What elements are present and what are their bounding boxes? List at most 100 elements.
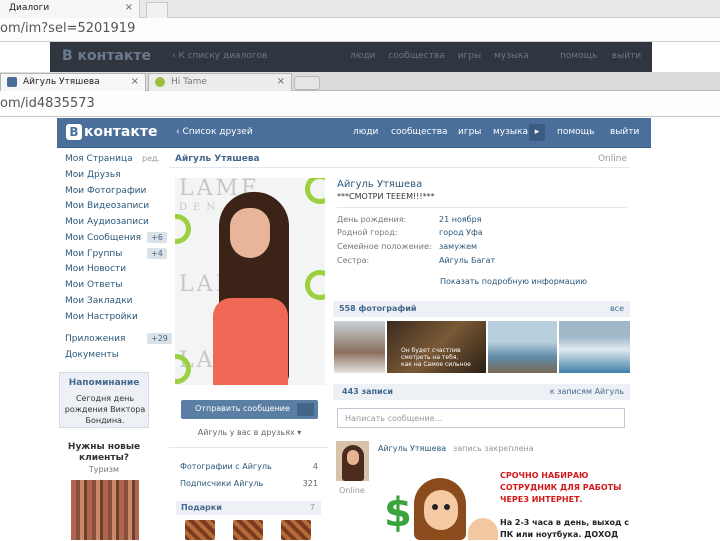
gift-icon[interactable] xyxy=(297,403,314,416)
photos-with-user-link[interactable]: Фотографии с Айгуль 4 xyxy=(180,462,318,471)
nav-help[interactable]: помощь xyxy=(557,127,594,137)
sidebar-item-label: Мои Друзья xyxy=(65,170,121,180)
info-value-sister[interactable]: Айгуль Багат xyxy=(439,256,495,265)
nav-games[interactable]: игры xyxy=(458,51,481,61)
vk-header: Вконтакте ‹ Список друзей люди сообществ… xyxy=(57,118,651,148)
back-window-address-bar[interactable]: om/im?sel=5201919 xyxy=(0,18,720,42)
photos-header[interactable]: 558 фотографий все xyxy=(333,301,630,317)
sidebar-item-apps[interactable]: Приложения +29 xyxy=(65,333,172,344)
friends-status-dropdown[interactable]: Айгуль у вас в друзьях ▾ xyxy=(181,428,318,437)
avatar-face xyxy=(347,450,359,465)
birthday-reminder[interactable]: Напоминание Сегодня день рождения Виктор… xyxy=(59,372,149,428)
close-icon[interactable]: × xyxy=(131,76,139,87)
back-to-dialogs-link[interactable]: ‹ К списку диалогов xyxy=(172,51,267,61)
new-tab-button[interactable] xyxy=(294,76,320,90)
promo-line: На 2-3 часа в день, выход с xyxy=(500,518,630,527)
wall-header[interactable]: 443 записи к записям Айгуль xyxy=(333,384,630,400)
nav-communities[interactable]: сообщества xyxy=(388,51,445,61)
dollar-sign-icon: $ xyxy=(384,490,412,536)
friends-list-link[interactable]: ‹ Список друзей xyxy=(176,127,253,137)
gifts-header[interactable]: Подарки 7 xyxy=(176,501,321,515)
edit-link[interactable]: ред. xyxy=(142,154,160,163)
info-key-hometown: Родной город: xyxy=(337,228,398,237)
gift-image[interactable] xyxy=(185,520,215,540)
browser-tabstrip: Айгуль Утяшева × Hi Tame × xyxy=(0,72,720,91)
photos-all-link[interactable]: все xyxy=(610,304,624,313)
vk-logo[interactable]: В контакте xyxy=(62,48,151,64)
sidebar-item-documents[interactable]: Документы xyxy=(65,350,119,360)
wall-post-placeholder: Написать сообщение... xyxy=(345,414,443,423)
close-icon[interactable]: × xyxy=(125,2,133,13)
profile-status[interactable]: ***СМОТРИ ТЕЕЕМ!!!*** xyxy=(337,192,435,201)
promo-line: СРОЧНО НАБИРАЮ xyxy=(500,471,589,480)
stat-label: Подписчики Айгуль xyxy=(180,479,264,488)
send-message-button[interactable]: Отправить сообщение xyxy=(181,400,318,419)
gifts-count: 7 xyxy=(309,503,315,512)
sidebar-item-videos[interactable]: Мои Видеозаписи xyxy=(65,201,149,211)
nav-music[interactable]: музыка xyxy=(493,127,528,137)
divider xyxy=(337,207,627,208)
photo-thumbnail[interactable] xyxy=(334,321,385,373)
ad-subtitle: Туризм xyxy=(88,465,120,474)
nav-communities[interactable]: сообщества xyxy=(391,127,448,137)
gifts-title: Подарки xyxy=(181,503,222,512)
close-icon[interactable]: × xyxy=(277,76,285,87)
nav-logout[interactable]: выйти xyxy=(610,127,639,137)
wall-post-input[interactable]: Написать сообщение... xyxy=(337,408,625,428)
wall-posts-link[interactable]: к записям Айгуль xyxy=(550,387,624,396)
info-value-birthday[interactable]: 21 ноября xyxy=(439,215,481,224)
back-window-tab[interactable]: Диалоги × xyxy=(0,0,140,18)
profile-name-title: Айгуль Утяшева xyxy=(175,154,260,164)
nav-logout[interactable]: выйти xyxy=(612,51,641,61)
nav-music[interactable]: музыка xyxy=(494,51,529,61)
sidebar-item-bookmarks[interactable]: Мои Закладки xyxy=(65,296,132,306)
post-author-avatar[interactable] xyxy=(336,441,369,481)
info-key-sister: Сестра: xyxy=(337,256,370,265)
back-tab-title: Диалоги xyxy=(9,3,50,13)
sidebar-item-my-page[interactable]: Моя Страница ред. xyxy=(65,154,160,164)
vk-favicon-icon xyxy=(7,77,17,87)
sidebar-item-audio[interactable]: Мои Аудиозаписи xyxy=(65,217,149,227)
sidebar-item-settings[interactable]: Мои Настройки xyxy=(65,312,138,322)
cartoon-eye xyxy=(432,504,438,510)
sidebar-item-news[interactable]: Мои Новости xyxy=(65,264,126,274)
stat-value: 4 xyxy=(312,462,318,471)
nav-help[interactable]: помощь xyxy=(560,51,597,61)
send-message-label: Отправить сообщение xyxy=(195,404,290,413)
nav-people[interactable]: люди xyxy=(350,51,375,61)
stat-value: 321 xyxy=(302,479,318,488)
photo-person-face xyxy=(230,208,270,258)
info-key-relationship: Семейное положение: xyxy=(337,242,432,251)
online-status: Online xyxy=(597,154,627,164)
followers-link[interactable]: Подписчики Айгуль 321 xyxy=(180,479,318,488)
sidebar-item-messages[interactable]: Мои Сообщения +6 xyxy=(65,232,167,243)
sidebar-item-friends[interactable]: Мои Друзья xyxy=(65,170,121,180)
photo-backdrop-ring xyxy=(175,214,191,244)
photo-thumbnail[interactable]: Он будет счастлив смотреть на тебя, как … xyxy=(387,321,486,373)
info-value-hometown[interactable]: город Уфа xyxy=(439,228,483,237)
sidebar-item-replies[interactable]: Мои Ответы xyxy=(65,280,123,290)
chevron-down-icon: ▾ xyxy=(297,428,302,437)
profile-photo[interactable]: LAME LAME LAME DEN xyxy=(175,178,325,385)
new-tab-button[interactable] xyxy=(146,2,168,18)
show-more-info-link[interactable]: Показать подробную информацию xyxy=(440,277,587,286)
photo-thumbnail[interactable] xyxy=(488,321,557,373)
vk-logo[interactable]: Вконтакте xyxy=(66,124,157,140)
info-value-relationship[interactable]: замужем xyxy=(439,242,477,251)
gift-image[interactable] xyxy=(233,520,263,540)
photo-thumbnail[interactable] xyxy=(559,321,630,373)
sidebar-ad[interactable]: Нужны новые клиенты? Туризм xyxy=(59,437,149,540)
address-bar[interactable]: om/id4835573 xyxy=(0,91,720,117)
tab-title: Айгуль Утяшева xyxy=(23,77,100,87)
browser-tab[interactable]: Hi Tame × xyxy=(148,73,292,91)
sidebar-item-photos[interactable]: Мои Фотографии xyxy=(65,186,146,196)
promo-text-red: СРОЧНО НАБИРАЮ СОТРУДНИК ДЛЯ РАБОТЫ ЧЕРЕ… xyxy=(500,470,621,506)
vk-logo-text: контакте xyxy=(84,124,158,140)
browser-tab-active[interactable]: Айгуль Утяшева × xyxy=(0,73,146,91)
nav-more-button[interactable]: ▸ xyxy=(529,124,545,141)
gift-image[interactable] xyxy=(281,520,311,540)
nav-games[interactable]: игры xyxy=(458,127,481,137)
nav-people[interactable]: люди xyxy=(353,127,378,137)
sidebar-item-groups[interactable]: Мои Группы +4 xyxy=(65,248,167,259)
post-author-name[interactable]: Айгуль Утяшева xyxy=(378,444,446,453)
